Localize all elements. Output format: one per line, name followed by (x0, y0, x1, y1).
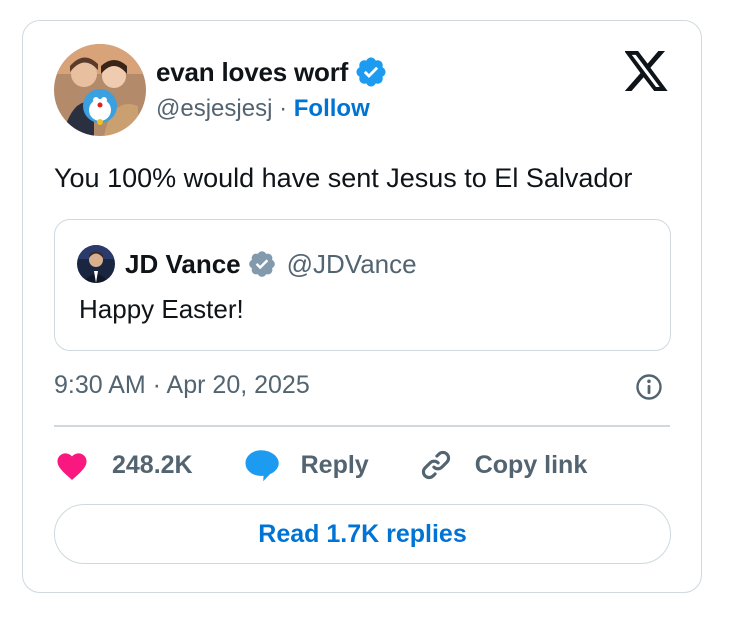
author-display-name[interactable]: evan loves worf (156, 55, 388, 89)
action-bar: 248.2K Reply Copy link (54, 445, 637, 485)
reply-label: Reply (300, 450, 369, 479)
tweet-text: You 100% would have sent Jesus to El Sal… (54, 163, 633, 193)
quoted-handle[interactable]: @JDVance (287, 249, 417, 280)
follow-button[interactable]: Follow (294, 95, 370, 122)
likes-count: 248.2K (112, 450, 193, 479)
copy-link-label: Copy link (474, 450, 588, 479)
quoted-display-name[interactable]: JD Vance (125, 249, 241, 280)
verified-gray-badge-icon (247, 249, 277, 279)
link-icon (421, 450, 450, 480)
separator-dot: · (279, 95, 288, 122)
reply-bubble-icon (245, 450, 279, 482)
copy-link-button[interactable]: Copy link (419, 448, 588, 482)
tweet-card: evan loves worf @esjesjesj · Follow You … (22, 20, 702, 593)
avatar-photo (54, 44, 146, 136)
tweet-timestamp[interactable]: 9:30 AM · Apr 20, 2025 (54, 371, 310, 400)
author-avatar[interactable] (54, 44, 146, 136)
quoted-avatar[interactable] (77, 245, 115, 283)
author-name-text[interactable]: evan loves worf (156, 57, 348, 88)
quoted-tweet[interactable]: JD Vance @JDVance Happy Easter! (54, 219, 671, 351)
verified-badge-icon (354, 55, 388, 89)
quoted-header: JD Vance @JDVance (125, 245, 417, 283)
heart-icon (57, 453, 87, 480)
read-replies-button[interactable]: Read 1.7K replies (54, 504, 671, 564)
author-handle-row: @esjesjesj · Follow (156, 95, 370, 123)
quoted-text: Happy Easter! (79, 294, 244, 324)
like-button[interactable]: 248.2K (54, 449, 193, 481)
author-handle[interactable]: @esjesjesj (156, 95, 272, 122)
x-logo-icon[interactable] (624, 51, 669, 91)
reply-button[interactable]: Reply (243, 448, 369, 482)
info-icon[interactable] (635, 373, 663, 401)
quoted-avatar-photo (77, 245, 115, 283)
divider (54, 425, 670, 427)
